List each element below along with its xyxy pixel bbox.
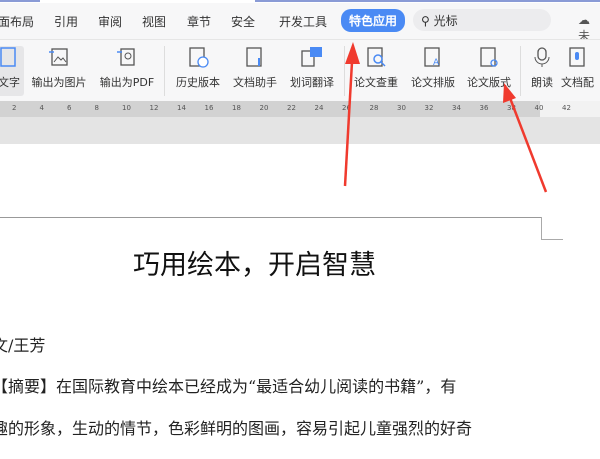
- menu-view[interactable]: 视图: [142, 13, 166, 30]
- tool-doc-assistant[interactable]: 文档助手: [229, 46, 281, 90]
- export-image-icon: [49, 48, 68, 66]
- ruler-tick: 18: [232, 104, 241, 112]
- tool-label: 文字: [0, 76, 20, 89]
- tool-text[interactable]: 文字: [0, 46, 24, 96]
- ruler-tick: 40: [534, 104, 544, 112]
- ruler-tick: 12: [149, 104, 159, 112]
- search-placeholder: 光标: [433, 14, 458, 28]
- microphone-icon: [534, 47, 550, 67]
- tool-label: 论文版式: [467, 76, 511, 89]
- tool-label: 朗读: [531, 76, 553, 89]
- menu-review[interactable]: 审阅: [98, 13, 122, 30]
- horizontal-ruler[interactable]: 2 4 6 8 10 12 14 16 18 20 22 24 26 28 30 32 34 36 38 40 42: [0, 101, 600, 117]
- menu-bar: 面布局 引用 审阅 视图 章节 安全 开发工具 特色应用 ⚲ 光标 ☁未: [0, 3, 600, 43]
- ruler-tick: 32: [424, 104, 434, 112]
- document-author: 文/王芳: [0, 336, 46, 355]
- ruler-tick: 8: [94, 104, 99, 112]
- search-icon: ⚲: [421, 14, 430, 28]
- tool-label: 论文排版: [411, 76, 455, 89]
- search-input[interactable]: ⚲ 光标: [413, 9, 551, 31]
- document-background: [0, 117, 600, 144]
- menu-developer-tools[interactable]: 开发工具: [279, 13, 327, 30]
- tool-export-image[interactable]: 输出为图片: [29, 46, 89, 90]
- ruler-tick: 36: [479, 104, 489, 112]
- tool-read-aloud[interactable]: 朗读: [527, 46, 557, 90]
- menu-page-layout[interactable]: 面布局: [0, 13, 34, 30]
- text-icon: [0, 47, 16, 67]
- ruler-tick: 2: [12, 104, 17, 112]
- history-icon: [189, 47, 209, 68]
- page-header-line: [0, 217, 542, 218]
- abstract-line: 【摘要】在国际教育中绘本已经成为“最适合幼儿阅读的书籍”，有: [0, 377, 457, 396]
- tool-paper-check[interactable]: 论文查重: [350, 46, 402, 90]
- ruler-tick: 42: [562, 104, 571, 112]
- tool-label: 划词翻译: [290, 76, 334, 89]
- ruler-tick: 28: [369, 104, 379, 112]
- paper-layout-icon: A: [424, 47, 440, 68]
- ruler-tick: 10: [122, 104, 131, 112]
- ruler-tick: 26: [342, 104, 351, 112]
- tool-label: 论文查重: [354, 76, 398, 89]
- tool-label: 文档配: [561, 76, 594, 89]
- margin-corner-mark: [541, 239, 563, 240]
- ruler-tick: 4: [39, 104, 44, 112]
- tool-label: 输出为PDF: [99, 76, 155, 89]
- ruler-tick: 20: [259, 104, 269, 112]
- toolbar-divider: [520, 46, 521, 96]
- translate-icon: [301, 47, 322, 67]
- document-page[interactable]: [0, 144, 600, 459]
- ruler-tick: 24: [314, 104, 324, 112]
- ruler-tick: 22: [287, 104, 296, 112]
- menu-references[interactable]: 引用: [54, 13, 78, 30]
- export-pdf-icon: [117, 48, 135, 66]
- toolbar-divider: [164, 46, 165, 96]
- svg-text:A: A: [433, 58, 440, 68]
- menu-security[interactable]: 安全: [231, 13, 255, 30]
- menu-chapter[interactable]: 章节: [187, 13, 211, 30]
- document-title: 巧用绘本，开启智慧: [133, 250, 376, 281]
- abstract-line: 趣的形象，生动的情节，色彩鲜明的图画，容易引起儿童强烈的好奇: [0, 419, 473, 438]
- tool-label: 历史版本: [176, 76, 220, 89]
- ruler-tick: 16: [204, 104, 214, 112]
- ruler-tick: 38: [507, 104, 516, 112]
- tool-doc-dubbing[interactable]: 文档配: [561, 46, 600, 90]
- tool-export-pdf[interactable]: 输出为PDF: [97, 46, 157, 90]
- menu-special-apps[interactable]: 特色应用: [341, 9, 406, 32]
- tool-word-translate[interactable]: 划词翻译: [286, 46, 338, 90]
- doc-assistant-icon: [246, 47, 262, 67]
- tool-paper-layout[interactable]: A 论文排版: [407, 46, 459, 90]
- tool-history-version[interactable]: 历史版本: [173, 46, 223, 90]
- tool-paper-format[interactable]: 论文版式: [463, 46, 515, 90]
- paper-format-icon: [480, 47, 498, 67]
- margin-corner-mark: [541, 217, 542, 239]
- ruler-tick: 6: [67, 104, 72, 112]
- tool-label: 文档助手: [233, 76, 277, 89]
- tool-label: 输出为图片: [31, 76, 87, 89]
- ribbon-toolbar: 文字 输出为图片 输出为PDF 历史版本 文档助手 划词翻译 论文查重 A 论文排…: [0, 39, 600, 101]
- doc-dubbing-icon: [569, 47, 585, 67]
- paper-check-icon: [367, 47, 386, 67]
- ruler-tick: 30: [397, 104, 406, 112]
- toolbar-divider: [344, 46, 345, 96]
- ruler-tick: 14: [177, 104, 186, 112]
- ruler-tick: 34: [452, 104, 461, 112]
